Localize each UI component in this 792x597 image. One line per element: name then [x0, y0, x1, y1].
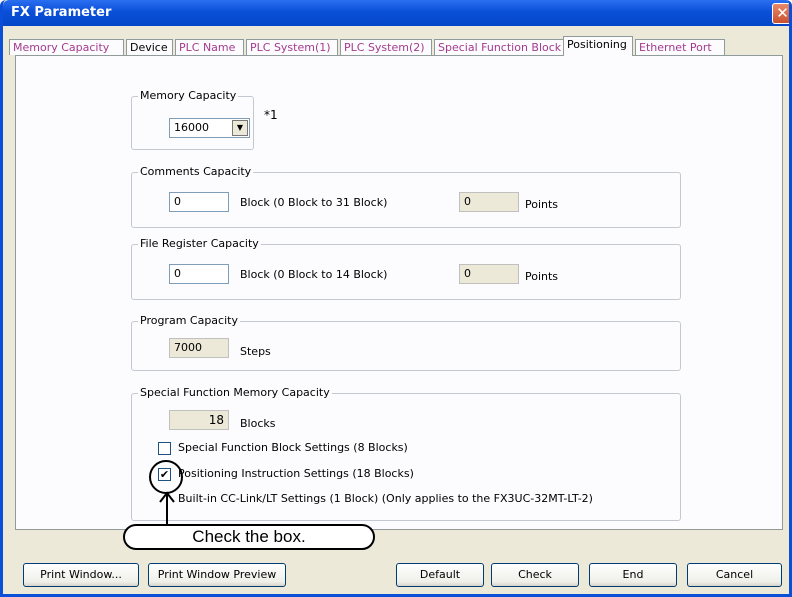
- program-capacity-unit: Steps: [240, 345, 271, 358]
- file-register-points-unit: Points: [525, 270, 559, 283]
- comments-points-unit: Points: [525, 198, 559, 211]
- close-icon: ✕: [776, 4, 789, 22]
- file-register-capacity-range: Block (0 Block to 14 Block): [240, 268, 388, 281]
- print-window-preview-button[interactable]: Print Window Preview: [148, 563, 286, 587]
- tab-plc-name[interactable]: PLC Name: [175, 39, 244, 55]
- program-capacity-group: Program Capacity 7000 Steps: [131, 314, 681, 371]
- file-register-capacity-input[interactable]: 0: [169, 264, 229, 284]
- cc-link-lt-label: Built-in CC-Link/LT Settings (1 Block) (…: [178, 492, 593, 505]
- comments-capacity-range: Block (0 Block to 31 Block): [240, 196, 388, 209]
- program-capacity-value: 7000: [169, 338, 229, 358]
- tab-plc-system-1[interactable]: PLC System(1): [246, 39, 338, 55]
- special-function-memory-legend: Special Function Memory Capacity: [138, 386, 332, 399]
- special-function-block-checkbox[interactable]: [158, 442, 171, 455]
- end-button[interactable]: End: [589, 563, 677, 587]
- memory-capacity-value: 16000: [174, 121, 209, 134]
- print-window-button[interactable]: Print Window...: [23, 563, 139, 587]
- program-capacity-legend: Program Capacity: [138, 314, 240, 327]
- file-register-capacity-legend: File Register Capacity: [138, 237, 261, 250]
- tab-plc-system-2[interactable]: PLC System(2): [340, 39, 432, 55]
- tab-ethernet-port[interactable]: Ethernet Port: [635, 39, 725, 55]
- tab-strip: Memory Capacity Device PLC Name PLC Syst…: [9, 28, 789, 56]
- cancel-button[interactable]: Cancel: [687, 563, 782, 587]
- file-register-points-value: 0: [459, 264, 519, 284]
- memory-capacity-legend: Memory Capacity: [138, 89, 239, 102]
- tab-positioning[interactable]: Positioning: [563, 36, 633, 56]
- title-bar[interactable]: FX Parameter ✕: [3, 0, 789, 26]
- highlight-circle: [149, 460, 183, 494]
- annotation-callout: Check the box.: [123, 524, 375, 550]
- chevron-down-icon[interactable]: ▼: [232, 120, 248, 136]
- tab-special-function-block[interactable]: Special Function Block: [434, 39, 565, 55]
- comments-capacity-group: Comments Capacity 0 Block (0 Block to 31…: [131, 165, 681, 228]
- fx-parameter-window: FX Parameter ✕ Memory Capacity Device PL…: [0, 0, 792, 597]
- special-function-block-label: Special Function Block Settings (8 Block…: [178, 441, 408, 454]
- tab-panel: Memory Capacity 16000 ▼ *1 Comments Capa…: [15, 55, 783, 530]
- comments-points-value: 0: [459, 192, 519, 212]
- default-button[interactable]: Default: [396, 563, 484, 587]
- tab-device[interactable]: Device: [126, 39, 173, 55]
- close-button[interactable]: ✕: [772, 3, 789, 24]
- window-title: FX Parameter: [11, 5, 112, 20]
- comments-capacity-input[interactable]: 0: [169, 192, 229, 212]
- special-function-memory-group: Special Function Memory Capacity 18 Bloc…: [131, 386, 681, 521]
- special-function-blocks-unit: Blocks: [240, 417, 276, 430]
- positioning-instruction-label: Positioning Instruction Settings (18 Blo…: [178, 467, 414, 480]
- tab-memory-capacity[interactable]: Memory Capacity: [9, 39, 124, 55]
- memory-capacity-note: *1: [264, 108, 278, 122]
- special-function-blocks-value: 18: [169, 410, 229, 430]
- comments-capacity-legend: Comments Capacity: [138, 165, 254, 178]
- file-register-capacity-group: File Register Capacity 0 Block (0 Block …: [131, 237, 681, 300]
- memory-capacity-select[interactable]: 16000 ▼: [169, 118, 250, 138]
- check-button[interactable]: Check: [491, 563, 579, 587]
- memory-capacity-group: Memory Capacity 16000 ▼: [131, 89, 254, 150]
